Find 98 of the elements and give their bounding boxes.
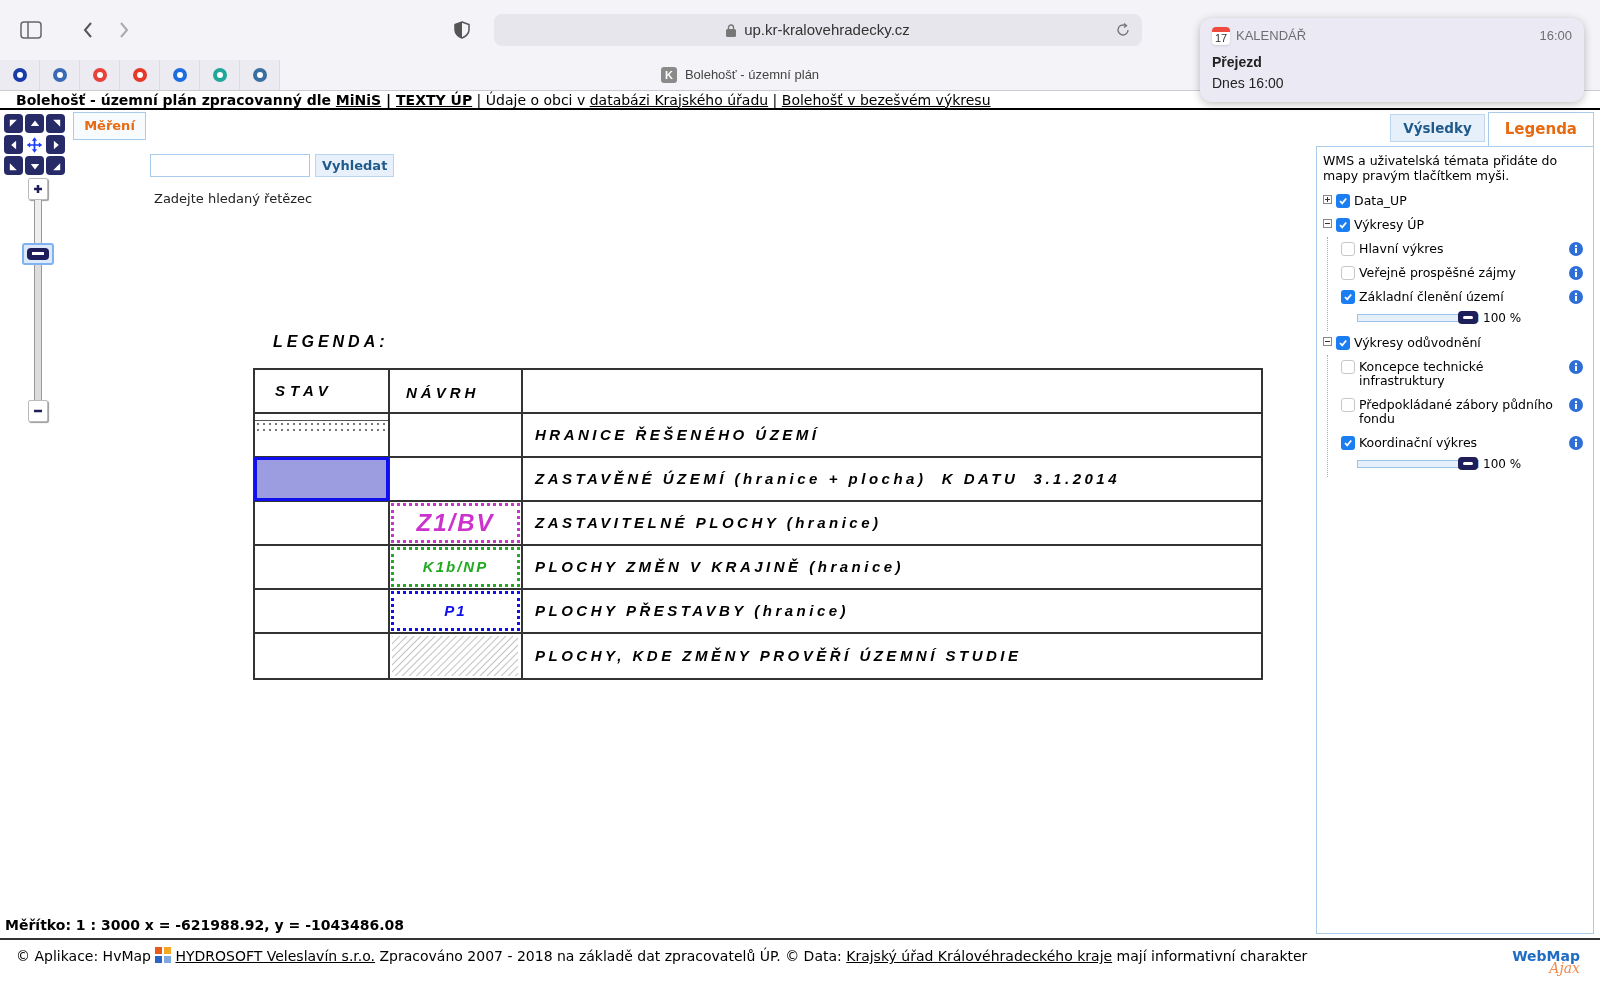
info-icon bbox=[1569, 398, 1583, 412]
footer-text: © Aplikace: HvMap HYDROSOFT Veleslavín s.r.o. Zpracováno 2007 - 2018 na základě dat zpracovatelů ÚP. © Data: Krajský úřad Královéhradeckého kraje mají informativní charakter bbox=[16, 946, 1308, 966]
link[interactable]: databázi Krajského úřadu bbox=[589, 91, 769, 108]
bookmark-icon[interactable] bbox=[80, 60, 120, 90]
address-bar[interactable]: up.kr-kralovehradecky.cz bbox=[494, 14, 1142, 46]
info-icon bbox=[1569, 266, 1583, 280]
legend-text: ZASTAVITELNÉ PLOCHY (hranice) bbox=[535, 512, 882, 533]
checkmark-icon bbox=[1343, 292, 1353, 302]
header-text: Bolehošť - územní plán zpracovanný dle MiNiS | TEXTY ÚP | Údaje o obci v databázi Krajského úřadu | Bolehošť v bezešvém výkresu bbox=[16, 90, 991, 109]
calendar-icon: 17 bbox=[1212, 26, 1230, 45]
layer-label: Koordinační výkres bbox=[1359, 436, 1479, 450]
pan-button[interactable] bbox=[46, 156, 65, 175]
checkbox[interactable] bbox=[1341, 242, 1355, 256]
layer-label: Data_UP bbox=[1354, 194, 1408, 208]
tab-title: Bolehošť - územní plán bbox=[684, 66, 820, 85]
bookmark-icon[interactable] bbox=[120, 60, 160, 90]
search-button[interactable]: Vyhledat bbox=[315, 154, 395, 177]
link[interactable]: Krajský úřad Královéhradeckého kraje bbox=[846, 948, 1113, 964]
pan-button[interactable] bbox=[46, 114, 65, 133]
bookmark-icon[interactable] bbox=[40, 60, 80, 90]
zoom-out-button[interactable] bbox=[28, 400, 48, 422]
link[interactable]: HYDROSOFT Veleslavín s.r.o. bbox=[175, 948, 376, 964]
header-link[interactable]: TEXTY ÚP bbox=[396, 91, 473, 108]
collapse-icon[interactable] bbox=[1323, 219, 1332, 228]
pan-button[interactable] bbox=[46, 135, 65, 154]
notification-body: Dnes 16:00 bbox=[1212, 73, 1285, 93]
browser-tab[interactable]: K Bolehošť - územní plán bbox=[290, 60, 1190, 90]
checkmark-icon bbox=[1338, 338, 1348, 348]
header-link[interactable]: MiNiS bbox=[335, 91, 382, 108]
checkbox[interactable] bbox=[1341, 360, 1355, 374]
column-header: STAV bbox=[255, 370, 390, 412]
info-icon bbox=[1569, 242, 1583, 256]
opacity-value: 100 % bbox=[1483, 456, 1522, 473]
checkbox[interactable] bbox=[1341, 266, 1355, 280]
sidebar-icon[interactable] bbox=[20, 21, 42, 39]
pan-button[interactable] bbox=[4, 135, 23, 154]
legend-text: PLOCHY, KDE ZMĚNY PROVĚŘÍ ÚZEMNÍ STUDIE bbox=[535, 645, 1022, 666]
search-field[interactable] bbox=[150, 154, 310, 177]
opacity-slider[interactable] bbox=[1357, 314, 1479, 322]
checkbox[interactable] bbox=[1341, 436, 1355, 450]
lock-icon bbox=[726, 23, 737, 37]
pan-button[interactable] bbox=[4, 156, 23, 175]
pan-button[interactable] bbox=[4, 114, 23, 133]
checkbox[interactable] bbox=[1336, 194, 1350, 208]
layer-label: Veřejně prospěšné zájmy bbox=[1359, 266, 1517, 280]
bookmark-icon[interactable] bbox=[0, 60, 40, 90]
shield-icon[interactable] bbox=[454, 21, 470, 39]
checkbox[interactable] bbox=[1341, 290, 1355, 304]
zoom-slider[interactable] bbox=[22, 200, 54, 400]
swatch-label: K1b/NP bbox=[422, 556, 489, 577]
swatch-label: P1 bbox=[444, 600, 467, 621]
checkmark-icon bbox=[1343, 438, 1353, 448]
layer-label: Výkresy ÚP bbox=[1354, 218, 1425, 232]
checkmark-icon bbox=[1338, 220, 1348, 230]
reload-icon[interactable] bbox=[1116, 23, 1130, 37]
info-icon bbox=[1569, 436, 1583, 450]
swatch-label: Z1/BV bbox=[416, 508, 495, 538]
layer-label: Výkresy odůvodnění bbox=[1354, 336, 1482, 350]
bookmark-icon[interactable] bbox=[240, 60, 280, 90]
panel-note: WMS a uživatelská témata přidáte do mapy pravým tlačítkem myši. bbox=[1323, 153, 1559, 183]
layer-label: Základní členění území bbox=[1359, 290, 1505, 304]
notification-title: Přejezd bbox=[1212, 52, 1263, 72]
bookmark-icon[interactable] bbox=[160, 60, 200, 90]
opacity-slider[interactable] bbox=[1357, 460, 1479, 468]
legend-text: PLOCHY PŘESTAVBY (hranice) bbox=[535, 600, 850, 621]
checkbox[interactable] bbox=[1336, 336, 1350, 350]
checkbox[interactable] bbox=[1341, 398, 1355, 412]
info-icon bbox=[1569, 290, 1583, 304]
expand-icon[interactable] bbox=[1323, 195, 1332, 204]
link[interactable]: Bolehošť v bezešvém výkresu bbox=[781, 91, 991, 108]
notification-time: 16:00 bbox=[1539, 27, 1572, 45]
hydrosoft-logo-icon bbox=[155, 947, 172, 963]
layer-label: Předpokládané zábory půdního fondu bbox=[1359, 398, 1554, 426]
back-icon[interactable] bbox=[82, 21, 94, 39]
plus-icon bbox=[33, 184, 43, 194]
pan-button[interactable] bbox=[25, 156, 44, 175]
legend-title: LEGENDA: bbox=[273, 332, 390, 352]
legend-text: ZASTAVĚNÉ ÚZEMÍ (hranice + plocha) K DATU 3.1.2014 bbox=[535, 468, 1120, 489]
checkmark-icon bbox=[1338, 196, 1348, 206]
zoom-in-button[interactable] bbox=[28, 178, 48, 200]
legend-text: PLOCHY ZMĚN V KRAJINĚ (hranice) bbox=[535, 556, 905, 577]
notification-card[interactable]: 17 KALENDÁŘ 16:00 Přejezd Dnes 16:00 bbox=[1200, 18, 1584, 102]
tab-favicon: K bbox=[660, 67, 677, 83]
address-text: up.kr-kralovehradecky.cz bbox=[744, 19, 910, 40]
checkbox[interactable] bbox=[1336, 218, 1350, 232]
column-header: NÁVRH bbox=[390, 370, 523, 412]
opacity-value: 100 % bbox=[1483, 310, 1522, 327]
info-icon bbox=[1569, 360, 1583, 374]
webmap-logo: WebMap Ajax bbox=[1512, 950, 1580, 974]
pan-button[interactable] bbox=[25, 114, 44, 133]
scale-text: Měřítko: 1 : 3000 x = -621988.92, y = -1043486.08 bbox=[5, 916, 404, 935]
layer-label: Koncepce technické infrastruktury bbox=[1359, 360, 1485, 388]
collapse-icon[interactable] bbox=[1323, 337, 1332, 346]
legend-text: HRANICE ŘEŠENÉHO ÚZEMÍ bbox=[535, 424, 820, 445]
notification-app: KALENDÁŘ bbox=[1236, 27, 1308, 45]
search-hint: Zadejte hledaný řetězec bbox=[153, 190, 314, 208]
panel-tab[interactable]: Výsledky bbox=[1390, 114, 1485, 142]
layer-label: Hlavní výkres bbox=[1359, 242, 1445, 256]
